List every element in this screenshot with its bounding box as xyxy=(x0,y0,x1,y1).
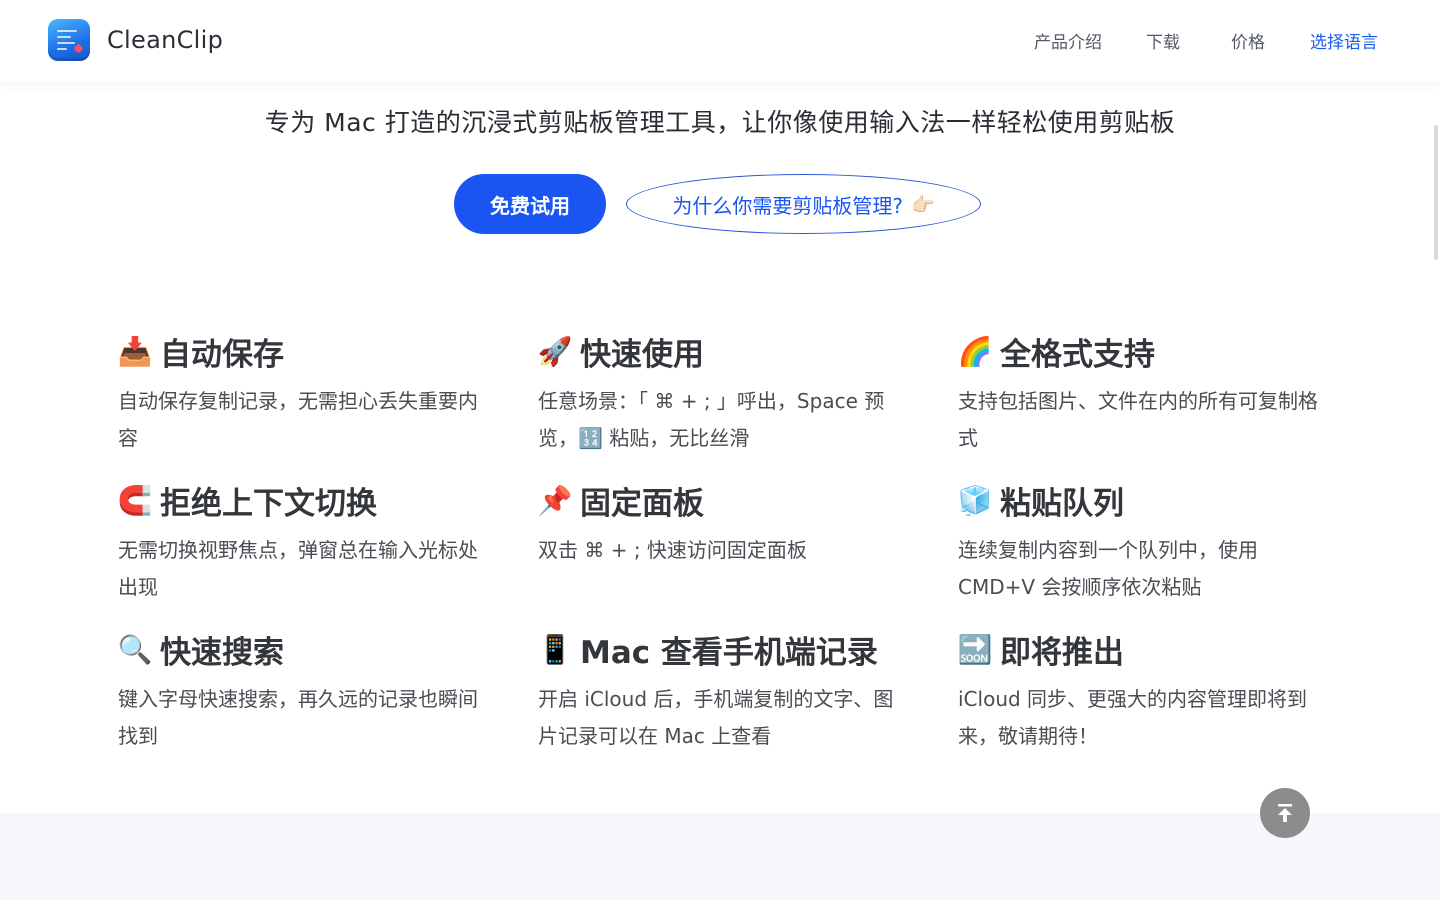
feature-description: 连续复制内容到一个队列中，使用 CMD+V 会按顺序依次粘贴 xyxy=(958,538,1258,599)
feature-no-context-switch: 🧲 拒绝上下文切换 无需切换视野焦点，弹窗总在输入光标处出现 xyxy=(118,480,478,606)
page-scrollbar[interactable] xyxy=(1434,125,1438,260)
inbox-tray-icon: 📥 xyxy=(117,334,153,368)
feature-description: 双击 ⌘ + ; 快速访问固定面板 xyxy=(538,538,807,562)
brand-name: CleanClip xyxy=(107,26,224,54)
pointing-hand-icon: 👉🏻 xyxy=(910,193,935,216)
feature-title: 即将推出 xyxy=(1000,634,1124,671)
feature-description: 支持包括图片、文件在内的所有可复制格式 xyxy=(958,389,1318,450)
soon-arrow-icon: 🔜 xyxy=(957,632,993,666)
feature-title: 粘贴队列 xyxy=(1000,485,1124,522)
magnifier-icon: 🔍 xyxy=(117,632,153,666)
magnet-icon: 🧲 xyxy=(117,483,153,517)
feature-pinned-panel: 📌 固定面板 双击 ⌘ + ; 快速访问固定面板 xyxy=(538,480,898,569)
brand-link[interactable]: CleanClip xyxy=(48,19,223,61)
feature-description: iCloud 同步、更强大的内容管理即将到来，敬请期待！ xyxy=(958,687,1308,748)
feature-all-formats: 🌈 全格式支持 支持包括图片、文件在内的所有可复制格式 xyxy=(958,331,1318,457)
why-clipboard-button[interactable]: 为什么你需要剪贴板管理? 👉🏻 xyxy=(626,174,981,234)
feature-description: 开启 iCloud 后，手机端复制的文字、图片记录可以在 Mac 上查看 xyxy=(538,687,894,748)
feature-paste-queue: 🧊 粘贴队列 连续复制内容到一个队列中，使用 CMD+V 会按顺序依次粘贴 xyxy=(958,480,1318,606)
back-to-top-button[interactable] xyxy=(1260,788,1310,838)
nav-product-intro[interactable]: 产品介绍 xyxy=(1034,28,1102,53)
hero-tagline: 专为 Mac 打造的沉浸式剪贴板管理工具，让你像使用输入法一样轻松使用剪贴板 xyxy=(264,108,1176,137)
why-clipboard-label: 为什么你需要剪贴板管理? xyxy=(672,193,903,218)
feature-auto-save: 📥 自动保存 自动保存复制记录，无需担心丢失重要内容 xyxy=(118,331,478,457)
feature-title: 快速使用 xyxy=(580,336,704,373)
rocket-icon: 🚀 xyxy=(537,334,573,368)
feature-title: 固定面板 xyxy=(580,485,704,522)
feature-title: 自动保存 xyxy=(160,336,284,373)
feature-title: 全格式支持 xyxy=(1000,336,1155,373)
rainbow-icon: 🌈 xyxy=(957,334,993,368)
pushpin-icon: 📌 xyxy=(537,483,573,517)
next-section-background xyxy=(0,813,1440,900)
nav-pricing[interactable]: 价格 xyxy=(1231,28,1265,53)
feature-title: 快速搜索 xyxy=(160,634,284,671)
nav-download[interactable]: 下载 xyxy=(1146,28,1180,53)
feature-title: 拒绝上下文切换 xyxy=(160,485,377,522)
cleanclip-logo xyxy=(48,19,90,61)
feature-quick-use: 🚀 快速使用 任意场景：「 ⌘ + ; 」呼出，Space 预览，🔢 粘贴，无比丝… xyxy=(538,331,898,457)
feature-coming-soon: 🔜 即将推出 iCloud 同步、更强大的内容管理即将到来，敬请期待！ xyxy=(958,629,1318,755)
site-header: CleanClip 产品介绍 下载 价格 选择语言 xyxy=(0,0,1440,82)
ice-cube-icon: 🧊 xyxy=(957,483,993,517)
nav-language-select[interactable]: 选择语言 xyxy=(1310,28,1378,53)
feature-title: Mac 查看手机端记录 xyxy=(580,634,878,671)
feature-description: 任意场景：「 ⌘ + ; 」呼出，Space 预览，🔢 粘贴，无比丝滑 xyxy=(538,389,885,450)
feature-description: 键入字母快速搜索，再久远的记录也瞬间找到 xyxy=(118,687,478,748)
free-trial-button[interactable]: 免费试用 xyxy=(454,174,606,234)
feature-description: 自动保存复制记录，无需担心丢失重要内容 xyxy=(118,389,478,450)
mobile-phone-icon: 📱 xyxy=(537,632,573,666)
arrow-to-top-icon xyxy=(1278,804,1292,822)
feature-quick-search: 🔍 快速搜索 键入字母快速搜索，再久远的记录也瞬间找到 xyxy=(118,629,478,755)
feature-description: 无需切换视野焦点，弹窗总在输入光标处出现 xyxy=(118,538,478,599)
feature-mobile-records: 📱 Mac 查看手机端记录 开启 iCloud 后，手机端复制的文字、图片记录可以… xyxy=(538,629,898,755)
